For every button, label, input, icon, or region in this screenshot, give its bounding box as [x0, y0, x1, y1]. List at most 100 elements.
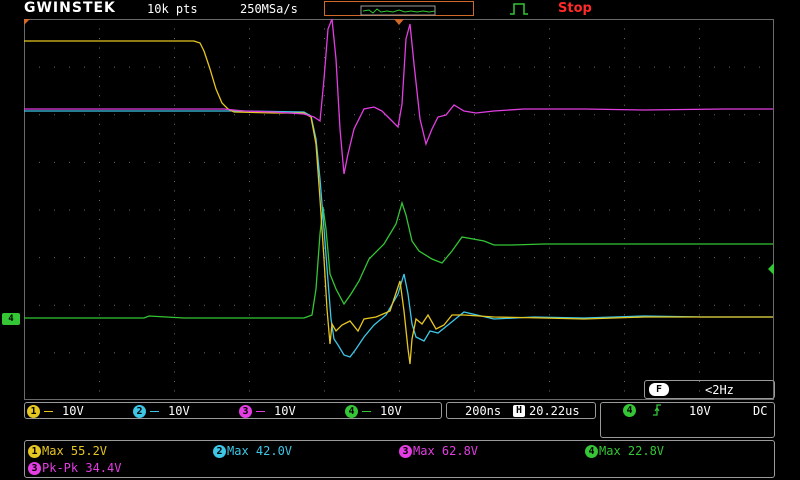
grid-dot	[549, 304, 550, 306]
grid-dot	[69, 352, 70, 354]
grid-dot	[609, 352, 610, 354]
grid-dot	[684, 161, 685, 163]
grid-dot	[504, 209, 505, 211]
grid-dot	[24, 209, 25, 211]
grid-dot	[129, 161, 130, 163]
grid-dot	[279, 209, 280, 211]
grid-dot	[174, 390, 175, 392]
grid-dot	[159, 257, 160, 259]
grid-dot	[114, 209, 115, 211]
grid-dot	[744, 304, 745, 306]
grid-dot	[549, 28, 550, 30]
grid-dot	[219, 161, 220, 163]
grid-dot	[204, 114, 205, 116]
frequency-counter[interactable]: F <2Hz	[644, 380, 775, 399]
grid-dot	[189, 304, 190, 306]
trigger-settings[interactable]: 4 10V DC	[600, 402, 775, 438]
ch1-scale[interactable]: 1 ⎯⎯ 10V	[27, 404, 84, 418]
grid-dot	[399, 104, 400, 106]
window-start-marker	[24, 19, 30, 25]
grid-dot	[549, 333, 550, 335]
grid-dot	[99, 133, 100, 135]
grid-dot	[399, 161, 400, 163]
grid-dot	[324, 114, 325, 116]
grid-dot	[579, 209, 580, 211]
grid-dot	[174, 199, 175, 201]
grid-dot	[99, 190, 100, 192]
grid-dot	[549, 190, 550, 192]
grid-dot	[474, 323, 475, 325]
ch2-scale[interactable]: 2 ⎯⎯ 10V	[133, 404, 190, 418]
grid-dot	[564, 209, 565, 211]
ch3-scale[interactable]: 3 ⎯⎯ 10V	[239, 404, 296, 418]
grid-dot	[219, 352, 220, 354]
grid-dot	[159, 66, 160, 68]
grid-dot	[324, 95, 325, 97]
ch2-waveform	[24, 110, 773, 358]
grid-dot	[99, 57, 100, 59]
grid-dot	[99, 352, 100, 354]
grid-dot	[249, 47, 250, 49]
measurement-ch3-pkpk: 3 Pk-Pk 34.4V	[28, 461, 121, 475]
grid-dot	[744, 257, 745, 259]
grid-dot	[474, 228, 475, 230]
grid-dot	[294, 161, 295, 163]
ch4-ground-marker[interactable]: 4	[2, 313, 20, 325]
timebase-box[interactable]: 200ns H 20.22us	[446, 402, 596, 419]
grid-dot	[744, 114, 745, 116]
grid-dot	[99, 19, 100, 20]
grid-dot	[399, 295, 400, 297]
grid-dot	[294, 209, 295, 211]
grid-dot	[174, 57, 175, 59]
grid-dot	[174, 133, 175, 135]
grid-dot	[474, 104, 475, 106]
grid-dot	[564, 66, 565, 68]
grid-dot	[489, 304, 490, 306]
grid-dot	[114, 304, 115, 306]
grid-dot	[474, 342, 475, 344]
grid-dot	[249, 257, 250, 259]
grid-dot	[414, 209, 415, 211]
grid-dot	[429, 114, 430, 116]
grid-dot	[249, 142, 250, 144]
grid-dot	[174, 76, 175, 78]
grid-dot	[324, 314, 325, 316]
ch4-scale[interactable]: 4 ⎯⎯ 10V	[345, 404, 402, 418]
grid-dot	[69, 114, 70, 116]
grid-dot	[474, 219, 475, 221]
grid-dot	[354, 209, 355, 211]
grid-dot	[549, 57, 550, 59]
grid-dot	[684, 257, 685, 259]
grid-dot	[579, 257, 580, 259]
grid-dot	[219, 114, 220, 116]
grid-dot	[624, 228, 625, 230]
grid-dot	[54, 66, 55, 68]
brand-logo: GWINSTEK	[24, 0, 116, 16]
ch4-badge: 4	[345, 404, 358, 418]
grid-dot	[69, 304, 70, 306]
grid-dot	[144, 66, 145, 68]
grid-dot	[324, 342, 325, 344]
grid-dot	[669, 352, 670, 354]
grid-dot	[384, 352, 385, 354]
grid-dot	[174, 276, 175, 278]
grid-dot	[249, 266, 250, 268]
run-status[interactable]: Stop	[558, 1, 592, 16]
grid-dot	[69, 257, 70, 259]
grid-dot	[699, 47, 700, 49]
grid-dot	[699, 371, 700, 373]
memory-bar[interactable]	[324, 1, 474, 16]
grid-dot	[234, 66, 235, 68]
grid-dot	[609, 257, 610, 259]
grid-dot	[624, 352, 625, 354]
ch1-badge: 1	[27, 404, 40, 418]
grid-dot	[129, 352, 130, 354]
grid-dot	[654, 161, 655, 163]
grid-dot	[699, 361, 700, 363]
grid-dot	[264, 257, 265, 259]
grid-dot	[399, 66, 400, 68]
dc-coupling-icon: ⎯⎯	[150, 405, 159, 417]
grid-dot	[519, 161, 520, 163]
measurement-panel[interactable]: 1 Max 55.2V 2 Max 42.0V 3 Max 62.8V 4 Ma…	[24, 440, 775, 478]
trigger-coupling: DC	[753, 404, 768, 418]
